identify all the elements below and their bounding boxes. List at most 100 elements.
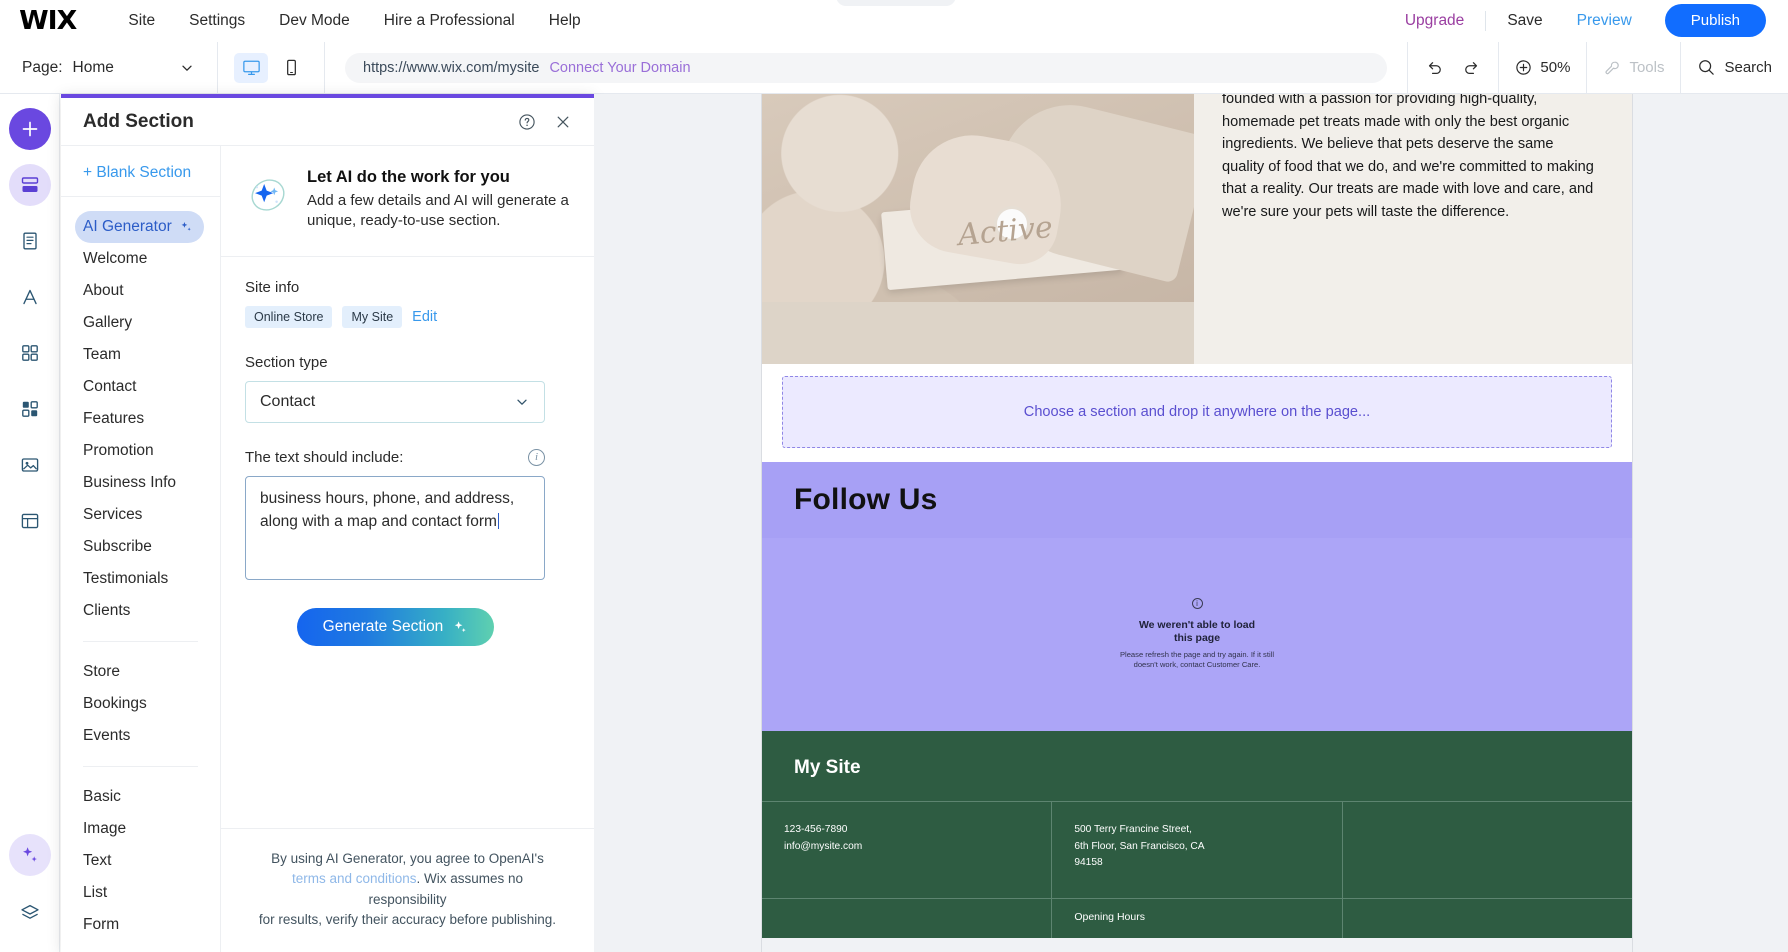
- app-market-button[interactable]: [9, 388, 51, 430]
- ai-hero-title: Let AI do the work for you: [307, 168, 510, 186]
- layers-button[interactable]: [9, 892, 51, 934]
- section-embed-error[interactable]: i We weren't able to load this page Plea…: [762, 538, 1632, 731]
- site-info-edit-link[interactable]: Edit: [412, 309, 437, 325]
- sidebar-item-welcome[interactable]: Welcome: [61, 243, 220, 275]
- about-image-desk: [762, 302, 1194, 364]
- site-url-bar[interactable]: https://www.wix.com/mysite Connect Your …: [345, 52, 1388, 83]
- site-info-chip-business-type: Online Store: [245, 305, 333, 328]
- upgrade-link[interactable]: Upgrade: [1388, 12, 1481, 30]
- collapse-toolbar-handle[interactable]: [836, 0, 956, 6]
- prompt-textarea[interactable]: business hours, phone, and address, alon…: [245, 475, 545, 580]
- close-icon[interactable]: [554, 113, 572, 131]
- section-about[interactable]: Active founded with a passion for provid…: [762, 94, 1632, 364]
- sidebar-item-ai-generator[interactable]: AI Generator: [75, 211, 204, 243]
- ai-sparkle-icon: [179, 220, 193, 234]
- zoom-level-text: 50%: [1540, 59, 1571, 76]
- site-url-bar-wrapper: https://www.wix.com/mysite Connect Your …: [325, 52, 1407, 83]
- menu-item-help[interactable]: Help: [532, 12, 598, 30]
- add-section-button[interactable]: [8, 164, 51, 206]
- sidebar-item-about[interactable]: About: [61, 275, 220, 307]
- sidebar-item-clients[interactable]: Clients: [61, 595, 220, 627]
- blank-section-button[interactable]: + Blank Section: [61, 164, 220, 196]
- about-paragraph[interactable]: founded with a passion for providing hig…: [1194, 94, 1632, 364]
- category-divider: [83, 766, 198, 767]
- drop-placeholder-text: Choose a section and drop it anywhere on…: [1023, 404, 1371, 420]
- ai-hero-text: Let AI do the work for you Add a few det…: [307, 168, 570, 232]
- generate-section-button[interactable]: Generate Section: [296, 607, 495, 646]
- wix-logo[interactable]: WIX: [19, 6, 77, 36]
- sidebar-item-business-info[interactable]: Business Info: [61, 467, 220, 499]
- canvas-left-margin: [594, 94, 762, 952]
- panel-body: + Blank Section AI Generator Welcome Abo…: [61, 146, 594, 952]
- add-elements-button[interactable]: [8, 108, 51, 150]
- sidebar-item-subscribe[interactable]: Subscribe: [61, 531, 220, 563]
- sparkle-icon: [452, 619, 468, 635]
- sidebar-item-team[interactable]: Team: [61, 339, 220, 371]
- section-site-footer[interactable]: My Site 123-456-7890 info@mysite.com 500…: [762, 731, 1632, 938]
- site-preview[interactable]: Active founded with a passion for provid…: [762, 94, 1632, 938]
- site-info-chips: Online Store My Site Edit: [245, 305, 570, 328]
- sidebar-item-features[interactable]: Features: [61, 403, 220, 435]
- mobile-icon[interactable]: [274, 53, 308, 83]
- search-button[interactable]: Search: [1680, 41, 1788, 94]
- toolbar-right-group: 50% Tools Search: [1407, 41, 1788, 94]
- menu-item-settings[interactable]: Settings: [172, 12, 262, 30]
- media-manager-button[interactable]: [9, 444, 51, 486]
- sidebar-item-list[interactable]: List: [61, 877, 220, 909]
- content-manager-button[interactable]: [9, 500, 51, 542]
- sidebar-item-store[interactable]: Store: [61, 656, 220, 688]
- section-drop-placeholder[interactable]: Choose a section and drop it anywhere on…: [782, 376, 1612, 448]
- save-button[interactable]: Save: [1490, 12, 1559, 30]
- preview-button[interactable]: Preview: [1560, 12, 1649, 30]
- section-follow-us[interactable]: Follow Us: [762, 462, 1632, 538]
- apps-menu-button[interactable]: [9, 332, 51, 374]
- sidebar-item-promotion[interactable]: Promotion: [61, 435, 220, 467]
- tools-icon: [1603, 59, 1621, 77]
- desktop-icon[interactable]: [234, 52, 268, 83]
- about-image[interactable]: Active: [762, 94, 1194, 364]
- menu-item-site[interactable]: Site: [111, 12, 172, 30]
- disclaimer-line3: for results, verify their accuracy befor…: [258, 911, 557, 927]
- terms-and-conditions-link[interactable]: terms and conditions: [292, 871, 417, 886]
- connect-domain-link[interactable]: Connect Your Domain: [549, 60, 690, 76]
- sidebar-item-bookings[interactable]: Bookings: [61, 688, 220, 720]
- footer-site-name: My Site: [794, 757, 861, 778]
- panel-header: Add Section: [61, 98, 594, 146]
- menu-item-hire-a-professional[interactable]: Hire a Professional: [367, 12, 532, 30]
- sidebar-item-text[interactable]: Text: [61, 845, 220, 877]
- ai-assistant-button[interactable]: [8, 834, 51, 876]
- info-icon[interactable]: i: [528, 448, 545, 466]
- footer-bottom-row: Opening Hours: [762, 898, 1632, 938]
- publish-button[interactable]: Publish: [1664, 4, 1766, 37]
- undo-icon[interactable]: [1424, 57, 1445, 78]
- panel-title: Add Section: [83, 110, 194, 132]
- redo-icon[interactable]: [1461, 57, 1482, 78]
- ai-generator-label: AI Generator: [83, 218, 172, 235]
- menu-item-dev-mode[interactable]: Dev Mode: [262, 12, 367, 30]
- prompt-label: The text should include:: [245, 448, 404, 466]
- sidebar-item-basic[interactable]: Basic: [61, 781, 220, 813]
- sidebar-item-form[interactable]: Form: [61, 909, 220, 941]
- page-selector[interactable]: Page: Home: [0, 41, 218, 94]
- sidebar-item-events[interactable]: Events: [61, 720, 220, 752]
- sidebar-item-testimonials[interactable]: Testimonials: [61, 563, 220, 595]
- pages-menu-button[interactable]: [9, 220, 51, 262]
- sidebar-item-image[interactable]: Image: [61, 813, 220, 845]
- site-info-group: Site info Online Store My Site Edit: [245, 279, 570, 328]
- follow-us-heading: Follow Us: [794, 483, 938, 516]
- ai-sparkle-orbit-icon: [245, 172, 291, 218]
- design-menu-button[interactable]: [9, 276, 51, 318]
- info-circle-icon: i: [1191, 597, 1203, 609]
- sidebar-item-gallery[interactable]: Gallery: [61, 307, 220, 339]
- panel-header-actions: [518, 113, 572, 131]
- tools-menu-button[interactable]: Tools: [1586, 41, 1680, 94]
- help-icon[interactable]: [518, 113, 536, 131]
- chevron-down-icon: [514, 394, 530, 410]
- viewport-switcher: [218, 41, 325, 94]
- site-canvas[interactable]: Active founded with a passion for provid…: [594, 94, 1788, 952]
- wix-editor-window: WIX Site Settings Dev Mode Hire a Profes…: [0, 0, 1788, 952]
- zoom-control[interactable]: 50%: [1498, 41, 1586, 94]
- section-type-select[interactable]: Contact: [245, 380, 545, 423]
- sidebar-item-services[interactable]: Services: [61, 499, 220, 531]
- sidebar-item-contact[interactable]: Contact: [61, 371, 220, 403]
